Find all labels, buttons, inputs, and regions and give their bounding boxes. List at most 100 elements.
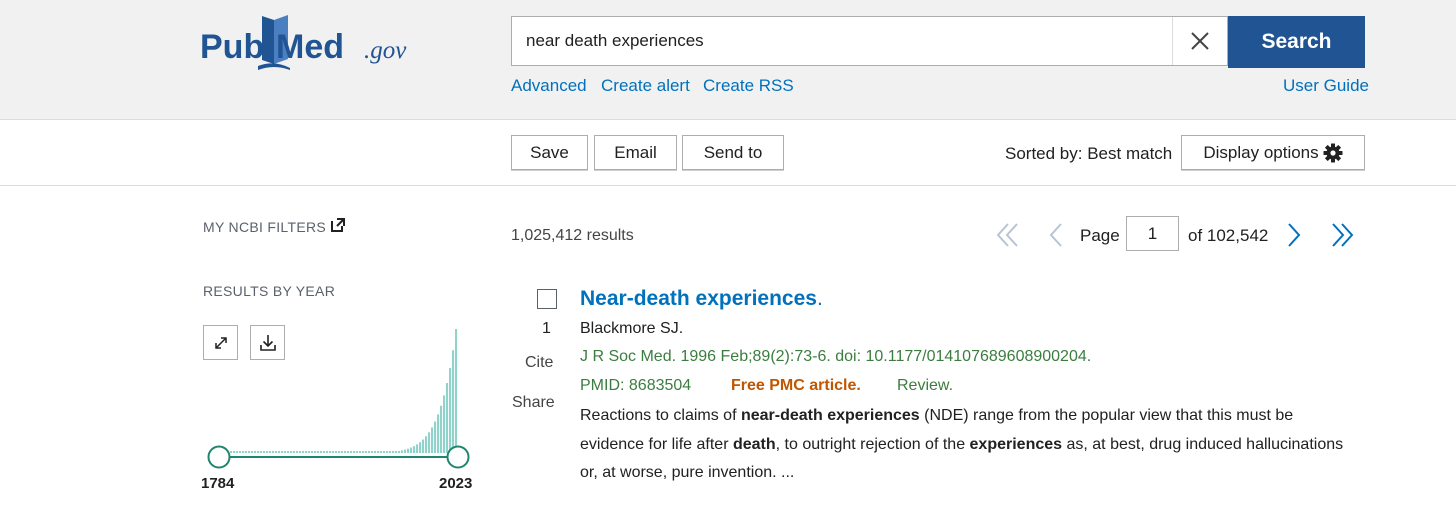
timeline-start-handle[interactable] — [207, 445, 231, 469]
results-count: 1,025,412 results — [511, 227, 634, 244]
advanced-link[interactable]: Advanced — [511, 76, 587, 96]
select-article-checkbox[interactable] — [537, 289, 557, 309]
histogram-bar — [407, 448, 410, 453]
page-total-label: of 102,542 — [1188, 226, 1269, 245]
first-page-icon[interactable] — [994, 221, 1022, 249]
email-button[interactable]: Email — [594, 135, 677, 170]
histogram-bar — [374, 451, 377, 453]
year-end-label: 2023 — [439, 475, 473, 492]
histogram-bar — [455, 329, 458, 453]
histogram-bar — [239, 451, 242, 453]
page-label: Page — [1080, 226, 1120, 245]
year-start-label: 1784 — [201, 475, 235, 492]
histogram-bar — [272, 451, 275, 453]
results-by-year-heading: RESULTS BY YEAR — [203, 283, 336, 299]
histogram-bar — [362, 451, 365, 453]
histogram-bar — [422, 439, 425, 453]
page-number-input[interactable] — [1126, 216, 1179, 251]
histogram-bar — [230, 451, 233, 453]
pubmed-logo[interactable]: Pub Med .gov — [200, 12, 430, 74]
article-authors: Blackmore SJ. — [580, 320, 684, 337]
svg-text:Med: Med — [276, 28, 344, 66]
close-icon — [1191, 32, 1209, 50]
histogram-bar — [383, 451, 386, 453]
histogram-bar — [449, 368, 452, 453]
external-link-icon[interactable] — [330, 217, 346, 233]
histogram-bar — [248, 451, 251, 453]
histogram-bar — [314, 451, 317, 453]
histogram-bar — [371, 451, 374, 453]
my-ncbi-filters-heading[interactable]: MY NCBI FILTERS — [203, 219, 326, 235]
histogram-bar — [278, 451, 281, 453]
sort-label[interactable]: Sorted by: Best match — [1005, 144, 1172, 164]
histogram-bar — [275, 451, 278, 453]
histogram-bar — [245, 451, 248, 453]
histogram-bars — [230, 329, 458, 453]
histogram-bar — [287, 451, 290, 453]
histogram-bar — [320, 451, 323, 453]
histogram-bar — [266, 451, 269, 453]
histogram-bar — [365, 451, 368, 453]
histogram-bar — [389, 451, 392, 453]
histogram-bar — [440, 405, 443, 453]
display-options-button[interactable]: Display options — [1181, 135, 1365, 170]
histogram-bar — [359, 451, 362, 453]
histogram-bar — [437, 414, 440, 453]
review-badge: Review. — [897, 377, 954, 394]
histogram-bar — [323, 451, 326, 453]
svg-text:.gov: .gov — [364, 37, 407, 64]
share-button[interactable]: Share — [512, 394, 555, 412]
histogram-bar — [338, 451, 341, 453]
send-to-button[interactable]: Send to — [682, 135, 784, 170]
histogram-bar — [353, 451, 356, 453]
cite-button[interactable]: Cite — [525, 354, 553, 372]
histogram-bar — [347, 451, 350, 453]
article-pmid: PMID: 8683504 — [580, 377, 692, 394]
histogram-bar — [335, 451, 338, 453]
svg-text:Pub: Pub — [200, 28, 264, 66]
histogram-bar — [236, 451, 239, 453]
search-input[interactable] — [512, 17, 1172, 65]
free-pmc-badge: Free PMC article. — [731, 377, 861, 394]
save-button[interactable]: Save — [511, 135, 588, 170]
histogram-bar — [404, 449, 407, 453]
histogram-bar — [311, 451, 314, 453]
histogram-bar — [377, 451, 380, 453]
histogram-bar — [428, 432, 431, 453]
histogram-bar — [356, 451, 359, 453]
create-rss-link[interactable]: Create RSS — [703, 76, 794, 96]
histogram-bar — [284, 451, 287, 453]
create-alert-link[interactable]: Create alert — [601, 76, 690, 96]
next-page-icon[interactable] — [1284, 221, 1304, 249]
histogram-bar — [344, 451, 347, 453]
search-button[interactable]: Search — [1228, 16, 1365, 68]
histogram-bar — [296, 451, 299, 453]
article-title-link[interactable]: Near-death experiences. — [580, 287, 823, 311]
histogram-bar — [308, 451, 311, 453]
histogram-bar — [368, 451, 371, 453]
histogram-bar — [410, 447, 413, 453]
histogram-bar — [443, 395, 446, 453]
clear-search-button[interactable] — [1172, 17, 1227, 65]
user-guide-link[interactable]: User Guide — [1283, 76, 1369, 96]
results-by-year-timeline[interactable] — [200, 320, 480, 470]
article-number: 1 — [542, 320, 551, 337]
timeline-end-handle[interactable] — [446, 445, 470, 469]
histogram-bar — [416, 444, 419, 453]
snippet-highlight-3: experiences — [969, 435, 1063, 453]
histogram-bar — [260, 451, 263, 453]
histogram-bar — [290, 451, 293, 453]
snippet-highlight-1: near-death experiences — [740, 407, 920, 424]
histogram-bar — [233, 451, 236, 453]
histogram-bar — [452, 350, 455, 453]
last-page-icon[interactable] — [1328, 221, 1356, 249]
previous-page-icon[interactable] — [1046, 221, 1066, 249]
histogram-bar — [386, 451, 389, 453]
histogram-bar — [446, 382, 449, 453]
histogram-bar — [401, 450, 404, 453]
article-title: Near-death experiences — [580, 287, 817, 310]
histogram-bar — [332, 451, 335, 453]
histogram-bar — [254, 451, 257, 453]
snippet-text-3: , to outright rejection of the — [775, 435, 970, 453]
histogram-bar — [263, 451, 266, 453]
